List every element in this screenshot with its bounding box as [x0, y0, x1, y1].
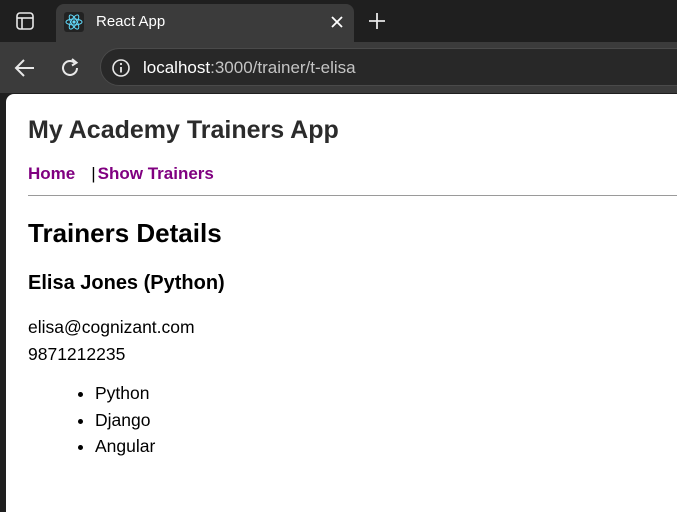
plus-icon[interactable] [364, 8, 390, 34]
url-path: :3000/trainer/t-elisa [210, 58, 356, 77]
page-viewport: My Academy Trainers App Home | Show Traine… [6, 94, 677, 512]
reload-icon[interactable] [56, 54, 84, 82]
app-title: My Academy Trainers App [28, 116, 339, 144]
skill-item: Angular [95, 433, 155, 460]
skill-item: Python [95, 380, 155, 407]
trainer-email: elisa@cognizant.com [28, 317, 195, 337]
skills-list: Python Django Angular [73, 380, 155, 460]
info-icon[interactable] [111, 58, 131, 78]
close-icon[interactable] [326, 11, 348, 33]
nav-bar: Home | Show Trainers [28, 164, 214, 184]
page-heading: Trainers Details [28, 218, 222, 248]
url-text: localhost:3000/trainer/t-elisa [143, 58, 356, 78]
sidebar-icon[interactable] [10, 8, 40, 34]
browser-tab[interactable]: React App [56, 4, 354, 42]
url-host: localhost [143, 58, 211, 77]
home-link[interactable]: Home [28, 164, 75, 183]
nav-separator: | [91, 164, 96, 183]
browser-toolbar: localhost:3000/trainer/t-elisa [0, 42, 677, 93]
trainer-phone: 9871212235 [28, 344, 126, 364]
tab-title: React App [96, 13, 166, 30]
show-trainers-link[interactable]: Show Trainers [98, 164, 214, 183]
tab-strip: React App [0, 0, 677, 42]
react-favicon-icon [64, 12, 84, 32]
trainer-name: Elisa Jones (Python) [28, 272, 225, 294]
back-arrow-icon[interactable] [11, 54, 39, 82]
skill-item: Django [95, 407, 155, 434]
address-bar[interactable]: localhost:3000/trainer/t-elisa [100, 48, 677, 86]
divider [28, 195, 677, 196]
